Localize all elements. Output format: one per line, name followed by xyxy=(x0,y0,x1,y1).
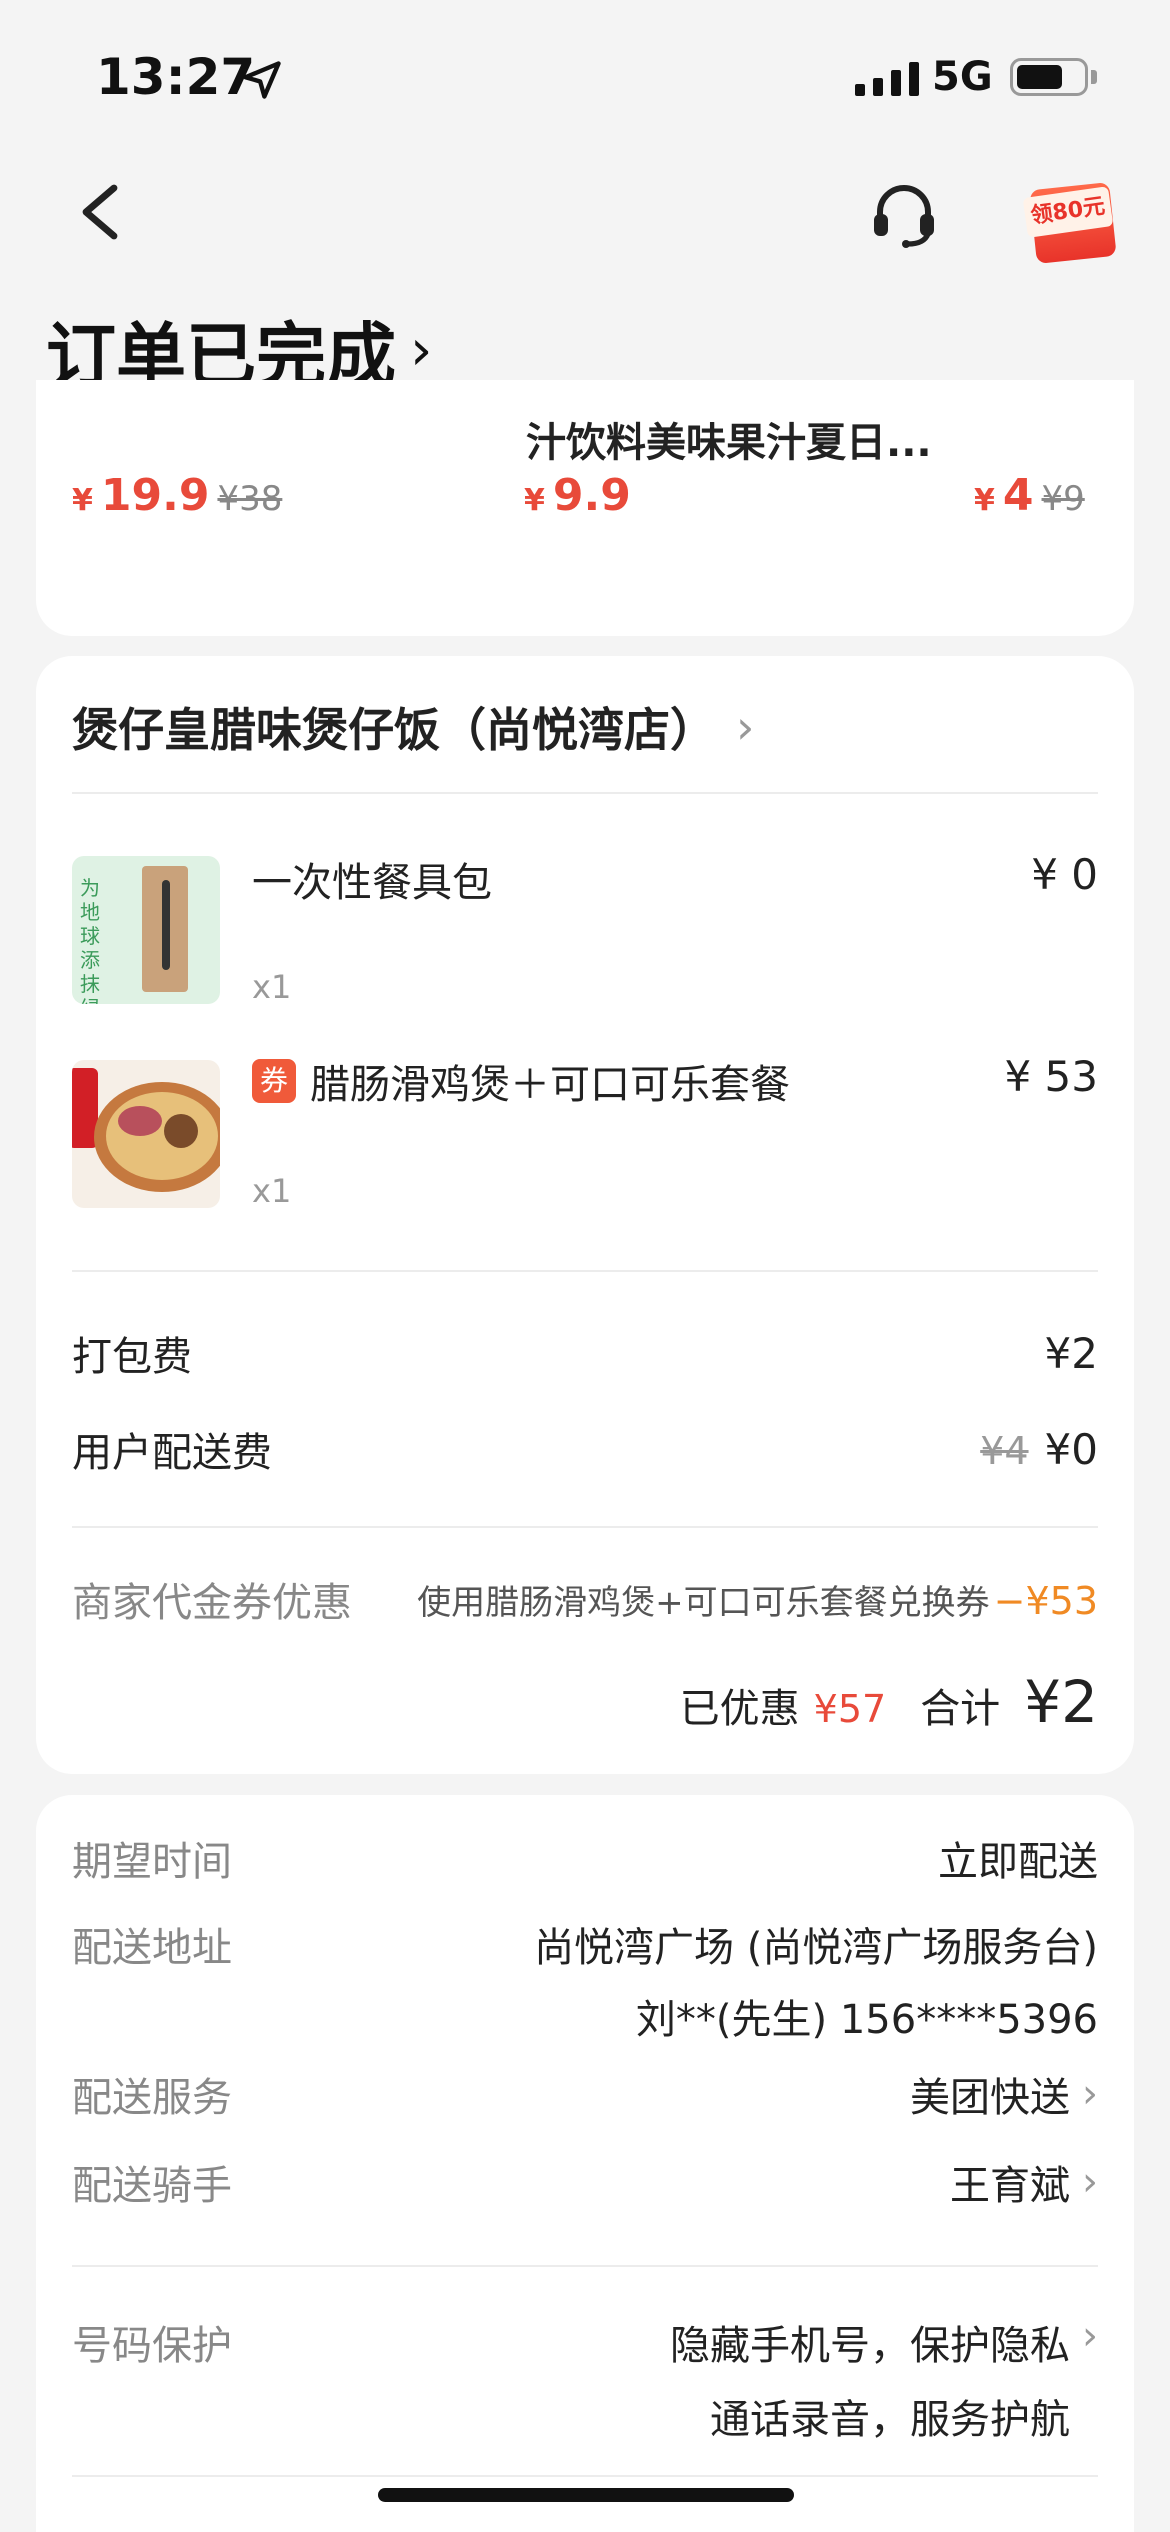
network-type: 5G xyxy=(932,54,993,100)
store-chevron-icon: › xyxy=(736,700,755,754)
fee-row-delivery: 用户配送费 ¥4 ¥0 xyxy=(72,1424,1098,1477)
back-arrow-icon[interactable] xyxy=(70,180,130,244)
product-qty: x1 xyxy=(252,1172,292,1210)
address-label: 配送地址 xyxy=(72,1925,232,1971)
privacy-row[interactable]: 隐藏手机号，保护隐私 通话录音，服务护航 › xyxy=(670,2313,1098,2445)
recommend-price-3: ¥ 4 ¥9 xyxy=(974,470,1085,521)
chevron-right-icon: › xyxy=(1082,2313,1098,2359)
fee-row-packing: 打包费 ¥2 xyxy=(72,1328,1098,1381)
status-time: 13:27 xyxy=(96,48,256,106)
customer-service-headset-icon[interactable] xyxy=(868,180,940,248)
divider xyxy=(72,2475,1098,2477)
recommend-price-1: ¥ 19.9 ¥38 xyxy=(72,470,283,521)
home-indicator xyxy=(378,2488,794,2502)
recommend-card: 汁饮料美味果汁夏日... ¥ 19.9 ¥38 ¥ 9.9 ¥ 4 ¥9 xyxy=(36,380,1134,636)
divider xyxy=(72,792,1098,794)
expected-time-row: 期望时间 立即配送 xyxy=(72,1839,1098,1885)
product-name: 腊肠滑鸡煲＋可口可乐套餐 xyxy=(310,1062,790,1108)
coupon-badge: 券 xyxy=(252,1059,296,1103)
product-price: ¥ 0 xyxy=(1031,850,1098,899)
address-value: 尚悦湾广场 (尚悦湾广场服务台) 刘**(先生) 156****5396 xyxy=(534,1925,1098,2043)
product-title-row[interactable]: 券 腊肠滑鸡煲＋可口可乐套餐 xyxy=(252,1052,790,1110)
order-summary: 已优惠 ¥57 合计 ¥2 xyxy=(679,1668,1098,1736)
chevron-right-icon: › xyxy=(1082,2159,1098,2205)
product-qty: x1 xyxy=(252,968,292,1006)
divider xyxy=(72,1270,1098,1272)
location-arrow-icon xyxy=(243,61,281,99)
chevron-right-icon: › xyxy=(1082,2071,1098,2117)
recommend-item-title[interactable]: 汁饮料美味果汁夏日... xyxy=(526,410,932,468)
battery-tip xyxy=(1091,70,1097,84)
delivery-info-card: 期望时间 立即配送 配送地址 尚悦湾广场 (尚悦湾广场服务台) 刘**(先生) … xyxy=(36,1795,1134,2532)
delivery-rider-row[interactable]: 配送骑手 王育斌 › xyxy=(72,2153,1098,2211)
store-order-card: 煲仔皇腊味煲仔饭（尚悦湾店） › 为地球添抹绿 一次性餐具包 x1 ¥ 0 券 … xyxy=(36,656,1134,1774)
divider xyxy=(72,1526,1098,1528)
title-chevron-icon: › xyxy=(410,318,433,383)
product-name[interactable]: 一次性餐具包 xyxy=(252,850,492,908)
product-thumb-claypot xyxy=(72,1060,220,1208)
product-thumb-cutlery: 为地球添抹绿 xyxy=(72,856,220,1004)
store-name: 煲仔皇腊味煲仔饭（尚悦湾店） xyxy=(72,703,716,757)
red-packet-promo-icon[interactable]: 领80元 xyxy=(1022,168,1117,264)
cellular-signal-icon xyxy=(855,62,919,96)
delivery-service-row[interactable]: 配送服务 美团快送 › xyxy=(72,2065,1098,2123)
privacy-label: 号码保护 xyxy=(72,2323,232,2369)
store-header[interactable]: 煲仔皇腊味煲仔饭（尚悦湾店） › xyxy=(72,694,754,760)
product-price: ¥ 53 xyxy=(1004,1052,1098,1101)
divider xyxy=(72,2265,1098,2267)
battery-icon xyxy=(1010,58,1088,96)
coupon-row: 商家代金券优惠 使用腊肠滑鸡煲+可口可乐套餐兑换券 −¥53 xyxy=(72,1578,1098,1627)
recommend-price-2: ¥ 9.9 xyxy=(524,470,631,521)
